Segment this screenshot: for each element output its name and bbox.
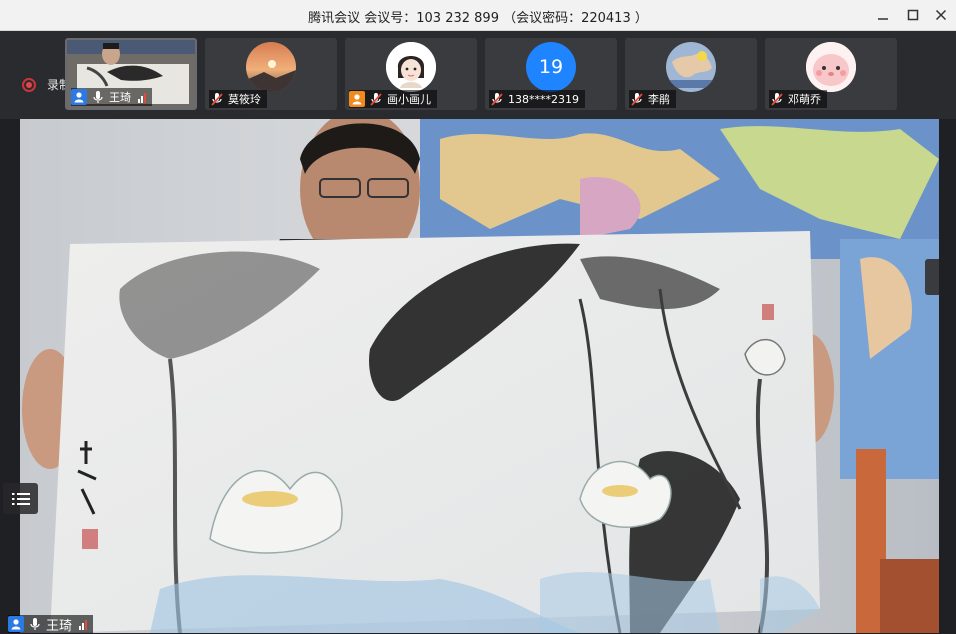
main-video[interactable]: [20, 119, 939, 633]
participant-name: 邓萌乔: [788, 93, 821, 106]
mic-on-icon: [90, 89, 106, 105]
close-button[interactable]: [928, 4, 954, 26]
avatar: [386, 42, 436, 92]
speaker-name: 王琦: [46, 618, 73, 634]
user-icon: [71, 89, 87, 105]
participant-label: 王琦: [71, 88, 152, 106]
avatar: 19: [526, 42, 576, 92]
list-icon: [11, 492, 30, 505]
user-icon: [349, 91, 365, 107]
participant-tile[interactable]: 画小画儿: [345, 38, 477, 110]
close-icon: [935, 9, 947, 21]
window-title: 腾讯会议 会议号：103 232 899 （会议密码：220413 ）: [308, 11, 648, 26]
participant-label: 画小画儿: [349, 90, 437, 108]
participant-name: 画小画儿: [387, 93, 431, 106]
participant-tile[interactable]: 邓萌乔: [765, 38, 897, 110]
participant-name: 莫筱玲: [228, 93, 261, 106]
participant-name: 李鹃: [648, 93, 670, 106]
signal-icon: [138, 92, 146, 103]
signal-icon: [79, 619, 88, 630]
avatar: [806, 42, 856, 92]
participant-tile[interactable]: 王琦: [65, 38, 197, 110]
main-video-frame: [20, 119, 939, 633]
participant-label: 138****2319: [489, 90, 585, 108]
mic-muted-icon: [629, 91, 645, 107]
mic-muted-icon: [209, 91, 225, 107]
participant-name: 王琦: [109, 91, 131, 104]
participant-label: 莫筱玲: [209, 90, 267, 108]
maximize-button[interactable]: [900, 4, 926, 26]
title-bar: 腾讯会议 会议号：103 232 899 （会议密码：220413 ）: [0, 0, 956, 31]
record-icon: [22, 77, 36, 92]
minimize-button[interactable]: [870, 4, 896, 26]
side-panel-handle[interactable]: [925, 259, 939, 295]
user-icon: [8, 616, 24, 632]
mic-muted-icon: [769, 91, 785, 107]
participant-tile[interactable]: 李鹃: [625, 38, 757, 110]
maximize-icon: [907, 9, 919, 21]
participant-label: 邓萌乔: [769, 90, 827, 108]
mic-muted-icon: [368, 91, 384, 107]
participant-tile[interactable]: 莫筱玲: [205, 38, 337, 110]
avatar: [246, 42, 296, 92]
participant-name: 138****2319: [508, 92, 579, 106]
avatar: [666, 42, 716, 92]
participant-tile[interactable]: 19 138****2319: [485, 38, 617, 110]
mic-muted-icon: [489, 91, 505, 107]
minimize-icon: [878, 18, 888, 20]
participant-list-button[interactable]: [3, 483, 38, 514]
mic-on-icon: [27, 616, 43, 632]
main-speaker-label: 王琦: [8, 615, 94, 634]
participant-label: 李鹃: [629, 90, 676, 108]
